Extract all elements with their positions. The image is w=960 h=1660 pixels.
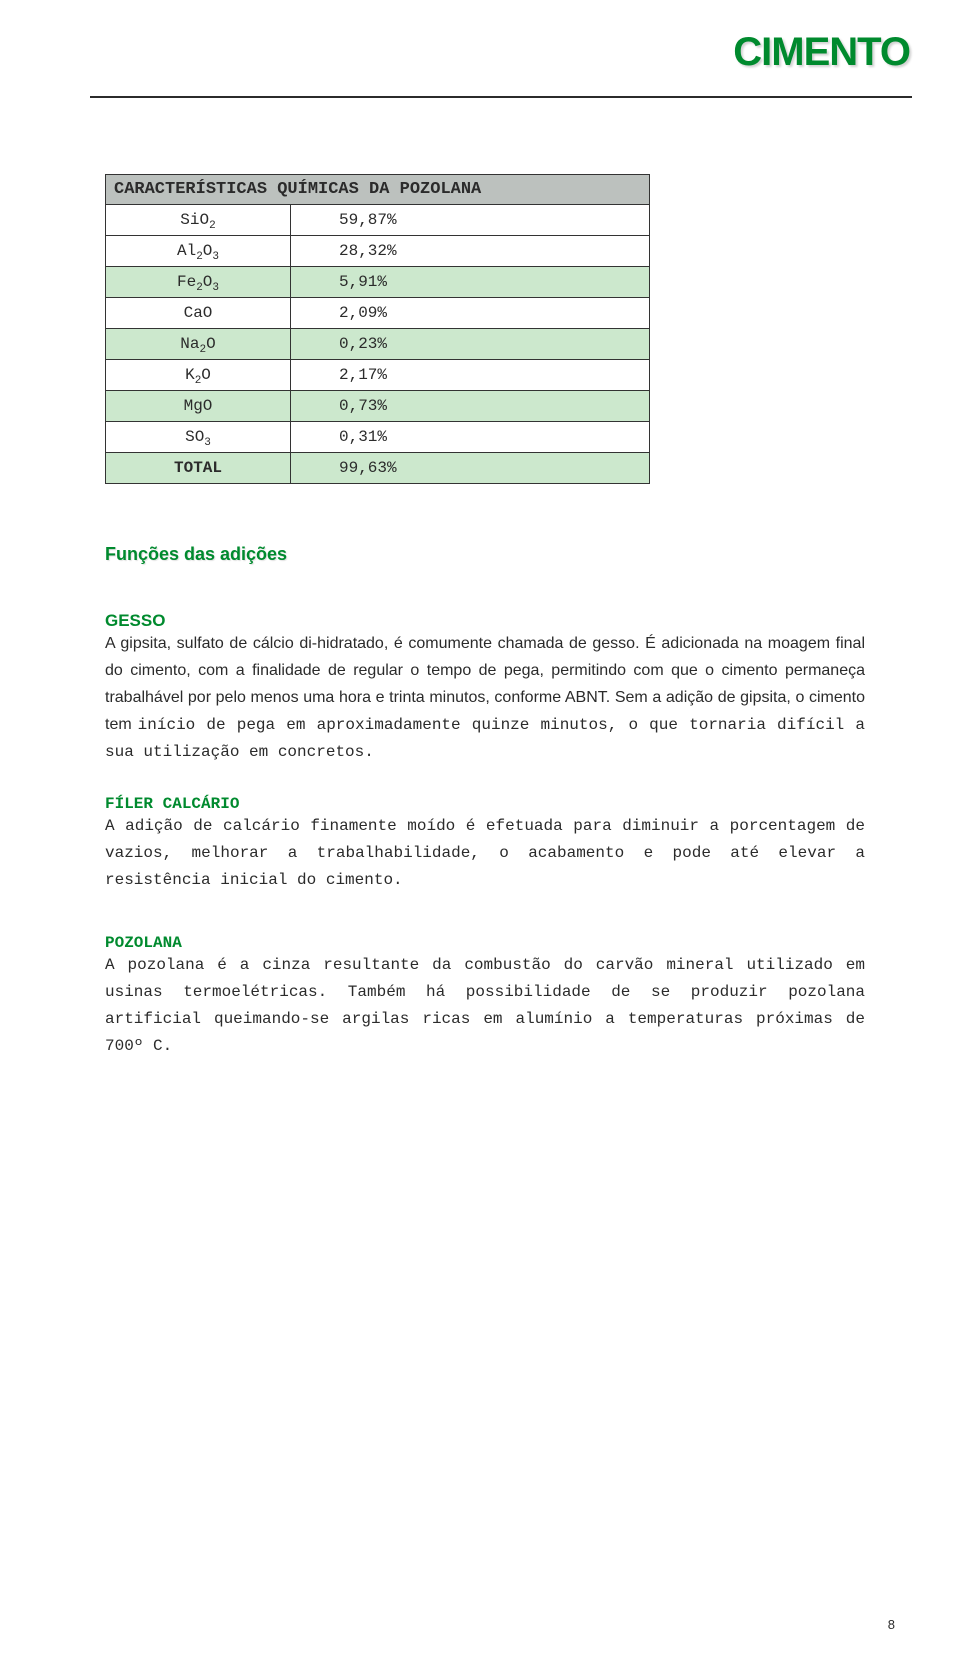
gesso-text-mono: início de pega em aproximadamente quinze… <box>105 716 865 761</box>
table-row: SO30,31% <box>106 422 650 453</box>
table-total-label: TOTAL <box>106 453 291 484</box>
pozolana-paragraph: A pozolana é a cinza resultante da combu… <box>105 952 865 1060</box>
table-row: Na2O0,23% <box>106 329 650 360</box>
table-row: Al2O328,32% <box>106 236 650 267</box>
section-heading-funcoes: Funções das adições <box>105 544 865 565</box>
table-row-label: SiO2 <box>106 205 291 236</box>
content-area: CARACTERÍSTICAS QUÍMICAS DA POZOLANA SiO… <box>105 174 865 1060</box>
table-row-value: 0,31% <box>291 422 650 453</box>
pozolana-table: CARACTERÍSTICAS QUÍMICAS DA POZOLANA SiO… <box>105 174 650 484</box>
table-row-label: CaO <box>106 298 291 329</box>
table-total-value: 99,63% <box>291 453 650 484</box>
gesso-paragraph: A gipsita, sulfato de cálcio di-hidratad… <box>105 631 865 765</box>
page-container: CIMENTO CARACTERÍSTICAS QUÍMICAS DA POZO… <box>0 0 960 1660</box>
table-row-label: Al2O3 <box>106 236 291 267</box>
table-row: CaO2,09% <box>106 298 650 329</box>
subheading-filer: FÍLER CALCÁRIO <box>105 795 865 813</box>
table-total-row: TOTAL 99,63% <box>106 453 650 484</box>
subheading-gesso: GESSO <box>105 611 865 631</box>
table-row-value: 59,87% <box>291 205 650 236</box>
table-row-label: SO3 <box>106 422 291 453</box>
table-row-value: 2,09% <box>291 298 650 329</box>
table-title: CARACTERÍSTICAS QUÍMICAS DA POZOLANA <box>106 175 650 205</box>
table-row-label: Fe2O3 <box>106 267 291 298</box>
table-row-value: 0,73% <box>291 391 650 422</box>
page-number: 8 <box>888 1617 895 1632</box>
table-title-row: CARACTERÍSTICAS QUÍMICAS DA POZOLANA <box>106 175 650 205</box>
table-row: SiO259,87% <box>106 205 650 236</box>
table-row-label: MgO <box>106 391 291 422</box>
table-row-label: K2O <box>106 360 291 391</box>
table-row: Fe2O35,91% <box>106 267 650 298</box>
table-row-label: Na2O <box>106 329 291 360</box>
header-rule <box>90 96 912 98</box>
subheading-pozolana: POZOLANA <box>105 934 865 952</box>
table-row-value: 2,17% <box>291 360 650 391</box>
table-row: K2O2,17% <box>106 360 650 391</box>
brand-logo: CIMENTO <box>733 30 910 75</box>
filer-paragraph: A adição de calcário finamente moído é e… <box>105 813 865 894</box>
table-row-value: 5,91% <box>291 267 650 298</box>
table-row-value: 28,32% <box>291 236 650 267</box>
table-row-value: 0,23% <box>291 329 650 360</box>
table-row: MgO0,73% <box>106 391 650 422</box>
